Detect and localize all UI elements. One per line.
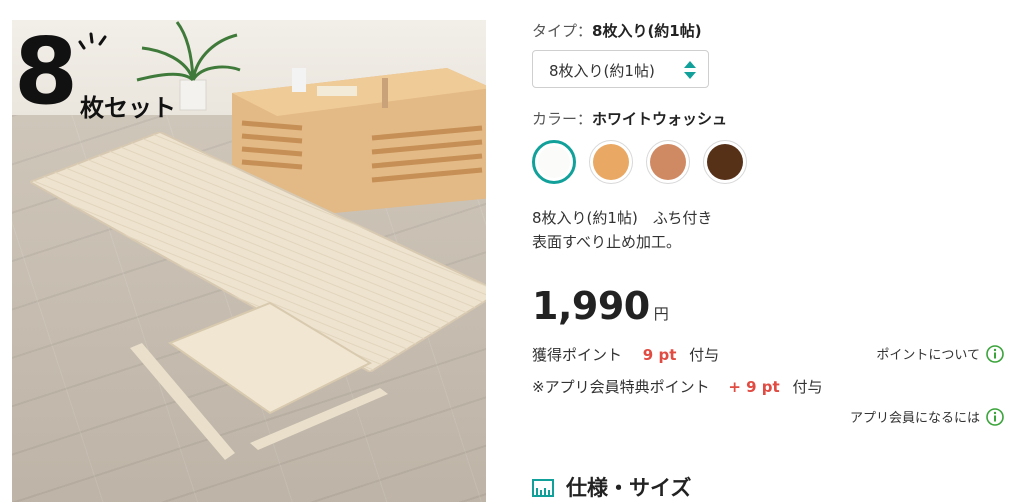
product-detail-panel: タイプ：8枚入り(約1帖) 8枚入り(約1帖) カラー：ホワイトウォッシュ 8枚… [532,0,1012,502]
points-row: 獲得ポイント 9 pt 付与 [532,344,719,365]
sparkle-icon [78,32,107,50]
price-unit: 円 [653,305,669,323]
info-icon [986,407,1004,426]
select-arrows-icon [684,61,696,79]
description-line-2: 表面すべり止め加工。 [532,233,681,251]
color-row: カラー：ホワイトウォッシュ [532,108,727,129]
points-label: 獲得ポイント [532,346,623,364]
color-swatch-terracotta[interactable] [646,140,690,184]
description-line-1: 8枚入り(約1帖) ふち付き [532,209,713,227]
set-count-label: 枚セット [80,94,176,122]
app-points-row: ※アプリ会員特典ポイント + 9 pt 付与 [532,376,823,397]
color-swatch-light-orange[interactable] [589,140,633,184]
points-info-link[interactable]: ポイントについて [876,344,1004,363]
points-info-text: ポイントについて [876,348,980,363]
product-image: 8 枚セット [12,20,486,502]
app-member-info-text: アプリ会員になるには [849,411,980,426]
color-value: ホワイトウォッシュ [592,110,728,128]
points-suffix: 付与 [689,346,720,364]
ruler-chart-icon [532,479,554,497]
set-count-number: 8 [14,20,78,125]
type-label: タイプ： [532,22,593,40]
info-icon [986,344,1004,363]
type-value: 8枚入り(約1帖) [592,22,702,40]
price-amount: 1,990 [532,284,650,328]
app-member-info-link[interactable]: アプリ会員になるには [850,407,1004,426]
app-points-label: ※アプリ会員特典ポイント [532,378,710,396]
points-value: 9 pt [642,346,677,364]
app-points-suffix: 付与 [792,378,823,396]
type-select-value: 8枚入り(約1帖) [549,62,655,80]
spec-heading-text: 仕様・サイズ [566,476,692,500]
spec-heading: 仕様・サイズ [532,472,691,502]
color-swatch-white[interactable] [532,140,576,184]
color-swatch-dark-brown[interactable] [703,140,747,184]
app-points-value: + 9 pt [728,378,780,396]
price-row: 1,990 円 [532,284,669,328]
type-row: タイプ：8枚入り(約1帖) [532,20,702,41]
color-label: カラー： [532,110,593,128]
type-select[interactable]: 8枚入り(約1帖) [532,50,709,88]
floor-mat-tile [130,301,388,460]
